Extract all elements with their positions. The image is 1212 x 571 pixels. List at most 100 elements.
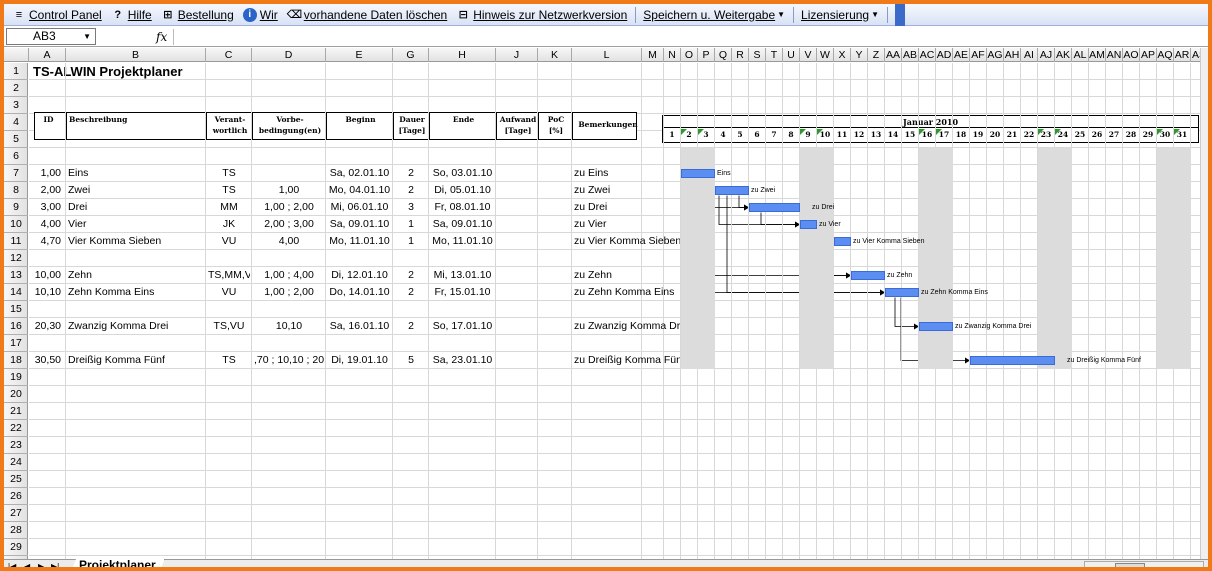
task-start-cell[interactable]: Sa, 09.01.10 bbox=[328, 216, 391, 233]
task-end-cell[interactable]: Di, 05.01.10 bbox=[431, 182, 494, 199]
column-header[interactable]: AL bbox=[1072, 48, 1089, 62]
task-id-cell[interactable]: 4,70 bbox=[31, 233, 64, 250]
task-resp-cell[interactable]: TS,MM,VU bbox=[208, 267, 250, 284]
task-start-cell[interactable]: Mo, 11.01.10 bbox=[328, 233, 391, 250]
toolbar-button-control-panel[interactable]: ≡ Control Panel bbox=[8, 6, 106, 24]
task-dur-cell[interactable]: 1 bbox=[395, 216, 427, 233]
task-desc-cell[interactable]: Eins bbox=[68, 165, 204, 182]
task-rem-cell[interactable]: zu Eins bbox=[574, 165, 680, 182]
task-id-cell[interactable]: 30,50 bbox=[31, 352, 64, 369]
row-header[interactable]: 1 bbox=[4, 63, 28, 80]
task-dur-cell[interactable]: 2 bbox=[395, 318, 427, 335]
row-header[interactable]: 25 bbox=[4, 471, 28, 488]
task-id-cell[interactable]: 1,00 bbox=[31, 165, 64, 182]
task-id-cell[interactable]: 20,30 bbox=[31, 318, 64, 335]
row-header[interactable]: 28 bbox=[4, 522, 28, 539]
task-desc-cell[interactable]: Drei bbox=[68, 199, 204, 216]
row-header[interactable]: 15 bbox=[4, 301, 28, 318]
row-header[interactable]: 2 bbox=[4, 80, 28, 97]
column-header[interactable]: AO bbox=[1123, 48, 1140, 62]
column-header[interactable]: R bbox=[732, 48, 749, 62]
task-start-cell[interactable]: Mi, 06.01.10 bbox=[328, 199, 391, 216]
task-resp-cell[interactable]: TS,VU bbox=[208, 318, 250, 335]
task-end-cell[interactable]: So, 03.01.10 bbox=[431, 165, 494, 182]
column-header[interactable]: G bbox=[393, 48, 429, 62]
row-header[interactable]: 20 bbox=[4, 386, 28, 403]
row-header[interactable]: 5 bbox=[4, 131, 28, 148]
row-header[interactable]: 6 bbox=[4, 148, 28, 165]
task-pre-cell[interactable]: 1,00 ; 4,00 bbox=[254, 267, 324, 284]
task-pre-cell[interactable]: 1,00 ; 2,00 bbox=[254, 199, 324, 216]
column-header[interactable]: AB bbox=[902, 48, 919, 62]
task-end-cell[interactable]: So, 17.01.10 bbox=[431, 318, 494, 335]
task-resp-cell[interactable]: TS bbox=[208, 165, 250, 182]
column-header[interactable]: X bbox=[834, 48, 851, 62]
task-pre-cell[interactable]: 1,00 bbox=[254, 182, 324, 199]
task-start-cell[interactable]: Di, 12.01.10 bbox=[328, 267, 391, 284]
column-header[interactable]: L bbox=[572, 48, 642, 62]
row-header[interactable]: 10 bbox=[4, 216, 28, 233]
task-id-cell[interactable]: 3,00 bbox=[31, 199, 64, 216]
tab-next-icon[interactable]: ▶ bbox=[38, 561, 44, 567]
row-header[interactable]: 27 bbox=[4, 505, 28, 522]
column-header[interactable]: O bbox=[681, 48, 698, 62]
column-header[interactable]: S bbox=[749, 48, 766, 62]
column-header[interactable]: J bbox=[496, 48, 538, 62]
column-header[interactable]: AG bbox=[987, 48, 1004, 62]
column-header[interactable]: AF bbox=[970, 48, 987, 62]
column-header[interactable]: Q bbox=[715, 48, 732, 62]
scroll-thumb[interactable] bbox=[1115, 563, 1145, 567]
column-header[interactable]: Z bbox=[868, 48, 885, 62]
task-rem-cell[interactable]: zu Vier bbox=[574, 216, 680, 233]
task-id-cell[interactable]: 2,00 bbox=[31, 182, 64, 199]
task-desc-cell[interactable]: Zwei bbox=[68, 182, 204, 199]
task-start-cell[interactable]: Sa, 02.01.10 bbox=[328, 165, 391, 182]
task-rem-cell[interactable]: zu Drei bbox=[574, 199, 680, 216]
column-header[interactable]: C bbox=[206, 48, 252, 62]
column-header[interactable]: AN bbox=[1106, 48, 1123, 62]
column-header[interactable]: AD bbox=[936, 48, 953, 62]
task-resp-cell[interactable]: JK bbox=[208, 216, 250, 233]
task-dur-cell[interactable]: 2 bbox=[395, 267, 427, 284]
row-header[interactable]: 11 bbox=[4, 233, 28, 250]
column-header[interactable]: AQ bbox=[1157, 48, 1174, 62]
worksheet-grid[interactable]: TS-ALWIN Projektplaner ID Beschreibung Ver… bbox=[29, 63, 1208, 559]
task-desc-cell[interactable]: Dreißig Komma Fünf bbox=[68, 352, 204, 369]
task-start-cell[interactable]: Di, 19.01.10 bbox=[328, 352, 391, 369]
task-pre-cell[interactable] bbox=[254, 165, 324, 182]
column-header[interactable]: N bbox=[664, 48, 681, 62]
toolbar-overflow-icon[interactable] bbox=[895, 4, 906, 26]
toolbar-button-hilfe[interactable]: ? Hilfe bbox=[107, 6, 156, 24]
task-resp-cell[interactable]: VU bbox=[208, 233, 250, 250]
column-header[interactable]: V bbox=[800, 48, 817, 62]
column-header[interactable]: A bbox=[29, 48, 66, 62]
task-dur-cell[interactable]: 3 bbox=[395, 199, 427, 216]
column-header[interactable]: AC bbox=[919, 48, 936, 62]
toolbar-button-vorhandene-daten-l-schen[interactable]: ⌫ vorhandene Daten löschen bbox=[283, 6, 451, 24]
column-header[interactable]: B bbox=[66, 48, 206, 62]
task-desc-cell[interactable]: Zehn bbox=[68, 267, 204, 284]
task-end-cell[interactable]: Sa, 23.01.10 bbox=[431, 352, 494, 369]
task-rem-cell[interactable]: zu Zwanzig Komma Drei bbox=[574, 318, 680, 335]
column-header[interactable]: U bbox=[783, 48, 800, 62]
task-id-cell[interactable]: 10,00 bbox=[31, 267, 64, 284]
column-header[interactable]: AE bbox=[953, 48, 970, 62]
row-header[interactable]: 12 bbox=[4, 250, 28, 267]
column-header[interactable]: H bbox=[429, 48, 496, 62]
task-rem-cell[interactable]: zu Zehn Komma Eins bbox=[574, 284, 680, 301]
task-pre-cell[interactable]: 2,00 ; 3,00 bbox=[254, 216, 324, 233]
task-resp-cell[interactable]: MM bbox=[208, 199, 250, 216]
tab-first-icon[interactable]: |◀ bbox=[8, 561, 16, 567]
task-desc-cell[interactable]: Zwanzig Komma Drei bbox=[68, 318, 204, 335]
row-header[interactable]: 19 bbox=[4, 369, 28, 386]
task-rem-cell[interactable]: zu Zehn bbox=[574, 267, 680, 284]
row-header[interactable]: 29 bbox=[4, 539, 28, 556]
row-header[interactable]: 18 bbox=[4, 352, 28, 369]
row-header[interactable]: 13 bbox=[4, 267, 28, 284]
row-header[interactable]: 17 bbox=[4, 335, 28, 352]
row-header[interactable]: 16 bbox=[4, 318, 28, 335]
toolbar-button-lizensierung[interactable]: Lizensierung ▼ bbox=[797, 6, 883, 24]
task-pre-cell[interactable]: 10,10 bbox=[254, 318, 324, 335]
task-desc-cell[interactable]: Vier Komma Sieben bbox=[68, 233, 204, 250]
row-header[interactable]: 8 bbox=[4, 182, 28, 199]
